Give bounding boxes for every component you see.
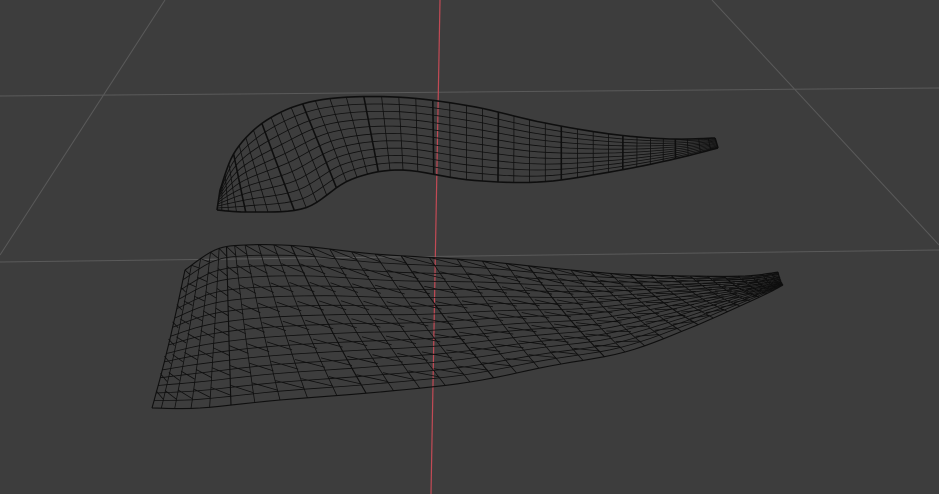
mesh-diagonal <box>458 365 488 371</box>
mesh-cross-section <box>228 163 237 212</box>
mesh-diagonal <box>728 278 744 280</box>
tentacle-mesh-bottom[interactable] <box>151 244 784 410</box>
mesh-edge-line <box>160 283 782 379</box>
mesh-diagonal <box>702 283 721 285</box>
mesh-edge-line <box>168 280 781 346</box>
mesh-diagonal <box>288 339 318 349</box>
mesh-diagonal <box>193 295 205 302</box>
mesh-diagonal <box>556 299 583 306</box>
mesh-diagonal <box>215 307 229 317</box>
mesh-cross-section <box>449 102 451 178</box>
mesh-diagonal <box>191 264 200 269</box>
mesh-diagonal <box>505 358 534 362</box>
3d-viewport[interactable] <box>0 0 939 494</box>
mesh-diagonal <box>636 294 660 297</box>
mesh-cross-section <box>301 103 338 189</box>
mesh-diagonal <box>521 312 550 319</box>
mesh-edge-line <box>217 144 718 205</box>
mesh-diagonal <box>164 390 177 400</box>
mesh-diagonal <box>210 251 219 259</box>
mesh-cross-section <box>225 246 232 406</box>
mesh-diagonal <box>627 304 651 307</box>
mesh-diagonal <box>247 343 270 352</box>
mesh-diagonal <box>228 305 244 315</box>
mesh-diagonal <box>647 286 671 289</box>
floor-grid <box>0 0 939 263</box>
mesh-diagonal <box>434 333 465 341</box>
mesh-diagonal <box>714 289 732 292</box>
y-axis-line <box>430 0 441 494</box>
mesh-cross-section <box>315 100 347 182</box>
mesh-diagonal <box>645 320 669 323</box>
mesh-diagonal <box>212 347 230 356</box>
mesh-cross-section <box>238 145 257 213</box>
mesh-diagonal <box>528 354 557 358</box>
mesh-diagonal <box>606 330 631 332</box>
mesh-diagonal <box>635 334 660 337</box>
mesh-diagonal <box>398 285 431 295</box>
mesh-diagonal <box>155 390 164 400</box>
mesh-diagonal <box>487 299 517 307</box>
mesh-diagonal <box>626 325 651 328</box>
mesh-diagonal <box>229 345 249 354</box>
mesh-diagonal <box>534 299 562 306</box>
mesh-diagonal <box>198 349 213 358</box>
mesh-edge-line <box>217 140 717 203</box>
mesh-cross-section <box>253 130 282 212</box>
mesh-diagonal <box>218 248 228 257</box>
mesh-diagonal <box>482 362 512 367</box>
mesh-diagonal <box>410 334 441 343</box>
mesh-diagonal <box>184 269 190 275</box>
mesh-diagonal <box>617 296 642 300</box>
mesh-cross-section <box>309 246 394 391</box>
grid-line-diagonal <box>0 0 166 256</box>
mesh-cross-section <box>432 100 435 175</box>
mesh-diagonal <box>197 276 207 282</box>
mesh-diagonal <box>202 310 216 319</box>
mesh-edge-line <box>217 146 718 209</box>
mesh-diagonal <box>227 285 242 295</box>
mesh-diagonal <box>347 355 378 365</box>
mesh-edge-loop <box>184 244 779 277</box>
tentacle-mesh-top[interactable] <box>216 95 719 213</box>
mesh-diagonal <box>728 287 744 290</box>
mesh-diagonal <box>258 244 278 255</box>
mesh-edge-line <box>217 145 718 207</box>
mesh-diagonal <box>207 271 218 279</box>
mesh-edge-line <box>219 103 716 193</box>
mesh-diagonal <box>511 299 540 307</box>
mesh-diagonal <box>309 282 336 293</box>
mesh-diagonal <box>666 285 689 288</box>
mesh-diagonal <box>337 337 368 347</box>
grid-line-horizontal <box>0 87 939 97</box>
viewport-scene[interactable] <box>0 0 939 494</box>
mesh-cross-section <box>329 98 358 178</box>
mesh-diagonal <box>271 360 299 370</box>
mesh-diagonal <box>655 292 679 295</box>
mesh-diagonal <box>551 350 579 355</box>
mesh-diagonal <box>685 284 706 286</box>
mesh-cross-section <box>245 137 269 213</box>
mesh-cross-section <box>527 265 605 358</box>
grid-line-diagonal <box>711 0 939 246</box>
mesh-cross-section <box>216 189 221 211</box>
mesh-diagonal <box>374 318 405 328</box>
mesh-diagonal <box>749 281 761 284</box>
mesh-diagonal <box>699 292 719 295</box>
mesh-cross-section <box>686 139 689 156</box>
